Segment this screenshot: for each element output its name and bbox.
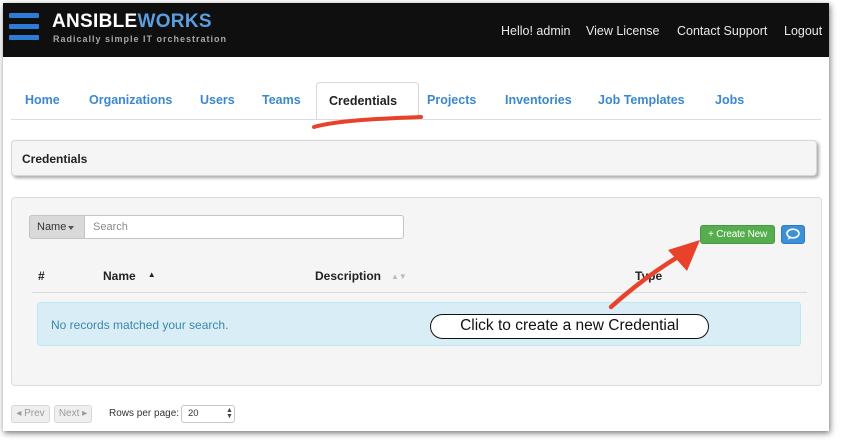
column-header-description[interactable]: Description ▲▼ bbox=[315, 269, 407, 283]
search-field-dropdown[interactable]: Name bbox=[29, 215, 85, 239]
tagline: Radically simple IT orchestration bbox=[53, 34, 228, 44]
column-header-description-label: Description bbox=[315, 269, 382, 283]
rows-per-page-label: Rows per page: bbox=[109, 408, 180, 419]
sort-icon: ▲▼ bbox=[391, 272, 407, 281]
logo-part2: WORKS bbox=[137, 11, 212, 32]
prev-page-button[interactable]: ◂ Prev bbox=[11, 405, 50, 423]
tab-projects[interactable]: Projects bbox=[427, 82, 476, 119]
tab-inventories[interactable]: Inventories bbox=[505, 82, 572, 119]
sort-ascending-icon: ▲ bbox=[147, 270, 156, 279]
credentials-panel: Name + Create New # Name▲ Description▲▼ … bbox=[11, 197, 822, 386]
chat-icon bbox=[786, 228, 800, 240]
breadcrumb: Credentials bbox=[11, 140, 817, 176]
tab-job-templates[interactable]: Job Templates bbox=[598, 82, 685, 119]
next-page-button[interactable]: Next ▸ bbox=[54, 405, 92, 423]
column-header-name-label: Name bbox=[103, 269, 136, 283]
annotation-callout: Click to create a new Credential bbox=[430, 314, 709, 339]
logo[interactable]: ANSIBLEWORKS bbox=[52, 11, 212, 33]
select-arrows-icon: ▲ ▼ bbox=[226, 407, 233, 420]
tab-jobs[interactable]: Jobs bbox=[715, 82, 744, 119]
column-header-name[interactable]: Name ▲ bbox=[103, 269, 156, 283]
rows-per-page-value: 20 bbox=[188, 408, 199, 419]
rows-per-page-select[interactable]: 20 ▲ ▼ bbox=[181, 405, 235, 423]
caret-down-icon bbox=[68, 226, 74, 230]
tab-users[interactable]: Users bbox=[200, 82, 235, 119]
red-underline-annotation bbox=[312, 115, 423, 129]
tab-home[interactable]: Home bbox=[25, 82, 60, 119]
column-header-type[interactable]: Type bbox=[635, 269, 662, 283]
search-input[interactable] bbox=[84, 215, 404, 239]
app-window: ANSIBLEWORKS Radically simple IT orchest… bbox=[3, 3, 829, 431]
breadcrumb-title[interactable]: Credentials bbox=[22, 152, 87, 166]
search-field-label: Name bbox=[37, 221, 67, 233]
tab-organizations[interactable]: Organizations bbox=[89, 82, 172, 119]
logo-part1: ANSIBLE bbox=[52, 11, 138, 32]
user-greeting[interactable]: Hello! admin bbox=[501, 24, 570, 38]
menu-icon[interactable] bbox=[9, 13, 39, 43]
column-header-number: # bbox=[38, 269, 45, 283]
view-license-link[interactable]: View License bbox=[586, 24, 659, 38]
create-new-button[interactable]: + Create New bbox=[700, 225, 775, 244]
table-header-divider bbox=[32, 292, 807, 293]
tab-teams[interactable]: Teams bbox=[262, 82, 301, 119]
logout-link[interactable]: Logout bbox=[784, 24, 822, 38]
contact-support-link[interactable]: Contact Support bbox=[677, 24, 767, 38]
search-group: Name bbox=[29, 215, 404, 239]
empty-message: No records matched your search. bbox=[51, 318, 229, 332]
chat-button[interactable] bbox=[781, 225, 805, 244]
top-navbar: ANSIBLEWORKS Radically simple IT orchest… bbox=[3, 3, 829, 57]
